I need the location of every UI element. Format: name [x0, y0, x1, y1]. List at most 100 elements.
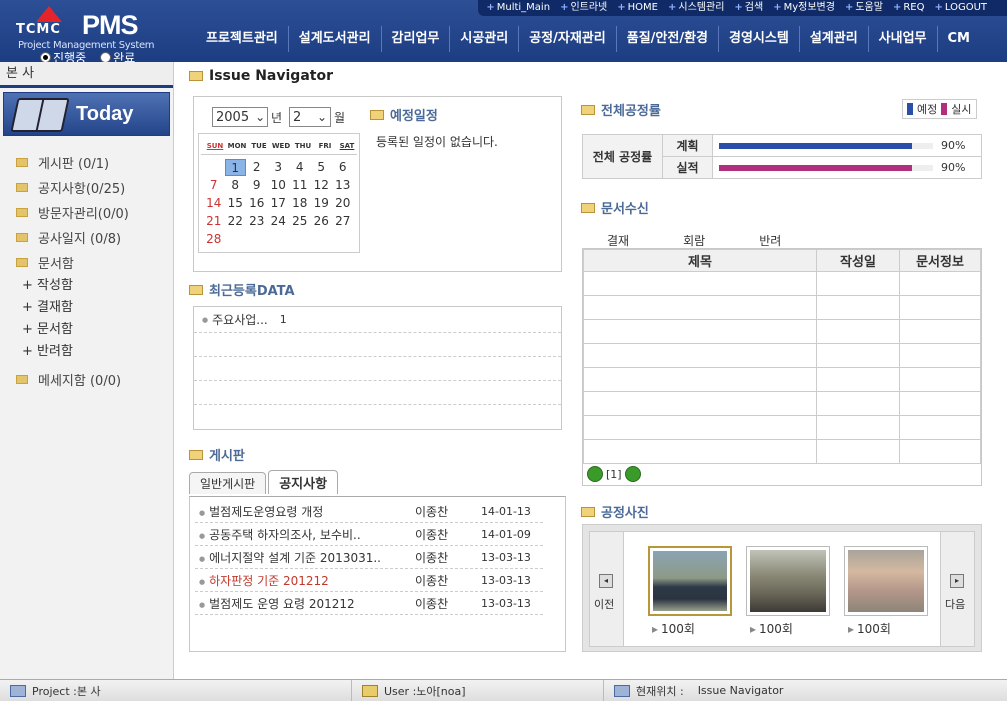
calendar-day[interactable]: 12 — [311, 177, 333, 194]
list-item[interactable]: 벌점제도운영요령 개정이종찬 14-01-13 — [195, 500, 543, 523]
board-item-title[interactable]: 에너지절약 설계 기준 2013031.. — [195, 549, 415, 566]
list-item[interactable]: 벌점제도 운영 요령 201212이종찬 13-03-13 — [195, 592, 543, 615]
photo-thumb-3[interactable] — [844, 546, 928, 616]
next-page-icon[interactable] — [624, 466, 641, 482]
nav-management[interactable]: 경영시스템 — [718, 26, 799, 52]
today-banner: Today — [3, 92, 170, 136]
board-item-title[interactable]: 벌점제도운영요령 개정 — [195, 503, 415, 520]
calendar-day[interactable]: 28 — [203, 231, 225, 248]
board-item-title[interactable]: 하자판정 기준 201212 — [195, 572, 415, 589]
recent-panel: ● 주요사업... 1 — [193, 306, 562, 430]
docs-col-title[interactable]: 제목 — [583, 249, 817, 272]
photo-caption-3[interactable]: 100회 — [848, 620, 891, 637]
calendar-day[interactable]: 17 — [268, 195, 290, 212]
prev-page-icon[interactable] — [587, 466, 603, 482]
toplink-myinfo[interactable]: My정보변경 — [773, 0, 835, 16]
sidebar-item-notice[interactable]: 공지사항(0/25) — [16, 175, 173, 200]
calendar-day[interactable]: 21 — [203, 213, 225, 230]
sidebar-sub-write[interactable]: + 작성함 — [16, 275, 173, 297]
calendar-day[interactable]: 26 — [311, 213, 333, 230]
calendar-day[interactable]: 5 — [311, 159, 333, 176]
calendar-day[interactable]: 13 — [332, 177, 354, 194]
calendar-day[interactable]: 19 — [311, 195, 333, 212]
calendar-day[interactable]: 18 — [289, 195, 311, 212]
toplink-home[interactable]: HOME — [617, 0, 658, 16]
calendar-day[interactable]: 8 — [225, 177, 247, 194]
list-item[interactable]: 공동주택 하자의조사, 보수비..이종찬 14-01-09 — [195, 523, 543, 546]
photos-prev[interactable]: ◂ 이전 — [590, 532, 624, 646]
nav-design-docs[interactable]: 설계도서관리 — [287, 26, 381, 52]
calendar-weekdays: SUN MON TUE WED THU FRI SAT — [201, 134, 357, 155]
year-select[interactable]: 2005 — [212, 107, 268, 127]
nav-process-material[interactable]: 공정/자재관리 — [518, 26, 616, 52]
recent-item-title: 주요사업... — [212, 313, 268, 327]
sidebar-item-visitor[interactable]: 방문자관리(0/0) — [16, 200, 173, 225]
tab-notice[interactable]: 공지사항 — [268, 470, 339, 494]
photo-caption-2[interactable]: 100회 — [750, 620, 793, 637]
calendar-day[interactable]: 2 — [246, 159, 268, 176]
toplink-intranet[interactable]: 인트라넷 — [560, 0, 607, 16]
weekday-label: FRI — [318, 142, 332, 150]
page-title: Issue Navigator — [189, 68, 333, 84]
toplink-req[interactable]: REQ — [893, 0, 924, 16]
calendar-day[interactable]: 24 — [268, 213, 290, 230]
calendar-day[interactable]: 25 — [289, 213, 311, 230]
calendar-day[interactable]: 15 — [225, 195, 247, 212]
calendar-day[interactable]: 20 — [332, 195, 354, 212]
calendar-day[interactable]: 11 — [289, 177, 311, 194]
calendar-day[interactable]: 27 — [332, 213, 354, 230]
progress-actual-label: 실적 — [662, 156, 713, 179]
photos-next[interactable]: ▸ 다음 — [940, 532, 974, 646]
list-item[interactable]: 하자판정 기준 201212이종찬 13-03-13 — [195, 569, 543, 592]
calendar-day[interactable]: 3 — [268, 159, 290, 176]
calendar-day[interactable]: 4 — [289, 159, 311, 176]
calendar-day[interactable]: 1 — [224, 159, 246, 176]
docs-tab-approve[interactable]: 결재 — [607, 232, 629, 249]
calendar-day[interactable]: 6 — [332, 159, 354, 176]
list-item[interactable]: 에너지절약 설계 기준 2013031..이종찬 13-03-13 — [195, 546, 543, 569]
status-project: Project :본 사 — [0, 680, 352, 701]
sidebar-item-messages[interactable]: 메세지함 (0/0) — [16, 367, 173, 392]
nav-cm[interactable]: CM — [936, 26, 980, 52]
sidebar-sub-approve[interactable]: + 결재함 — [16, 297, 173, 319]
nav-quality-safety[interactable]: 품질/안전/환경 — [615, 26, 718, 52]
sidebar-sub-docs[interactable]: + 문서함 — [16, 319, 173, 341]
nav-design-mgmt[interactable]: 설계관리 — [798, 26, 868, 52]
sidebar-item-board[interactable]: 게시판 (0/1) — [16, 150, 173, 175]
photo-thumb-1[interactable] — [648, 546, 732, 616]
table-row — [583, 415, 981, 440]
docs-col-info[interactable]: 문서정보 — [899, 249, 981, 272]
docs-tab-rejected[interactable]: 반려 — [759, 232, 781, 249]
board-list: 벌점제도운영요령 개정이종찬14-01-13공동주택 하자의조사, 보수비..이… — [195, 500, 543, 615]
toplink-system[interactable]: 시스템관리 — [668, 0, 724, 16]
toplink-logout[interactable]: LOGOUT — [934, 0, 987, 16]
calendar-day[interactable]: 10 — [268, 177, 290, 194]
calendar-day[interactable]: 9 — [246, 177, 268, 194]
nav-supervision[interactable]: 감리업무 — [380, 26, 450, 52]
toplink-search[interactable]: 검색 — [734, 0, 763, 16]
tab-general-board[interactable]: 일반게시판 — [189, 472, 267, 494]
calendar-day[interactable]: 14 — [203, 195, 225, 212]
month-select[interactable]: 2 — [289, 107, 332, 127]
project-icon — [10, 684, 26, 697]
calendar-day[interactable]: 22 — [225, 213, 247, 230]
photo-thumb-2[interactable] — [746, 546, 830, 616]
photo-caption-1[interactable]: 100회 — [652, 620, 695, 637]
board-item-title[interactable]: 벌점제도 운영 요령 201212 — [195, 595, 415, 612]
toplink-help[interactable]: 도움말 — [845, 0, 883, 16]
calendar-day[interactable]: 7 — [203, 177, 225, 194]
sidebar-sub-rejected[interactable]: + 반려함 — [16, 341, 173, 363]
calendar-day[interactable]: 23 — [246, 213, 268, 230]
sidebar-item-daily-log[interactable]: 공사일지 (0/8) — [16, 225, 173, 250]
docs-col-date[interactable]: 작성일 — [816, 249, 900, 272]
docs-tab-circulate[interactable]: 회람 — [683, 232, 705, 249]
toplink-multi-main[interactable]: Multi_Main — [486, 0, 550, 16]
board-item-title[interactable]: 공동주택 하자의조사, 보수비.. — [195, 526, 415, 543]
nav-internal[interactable]: 사내업무 — [867, 26, 937, 52]
sidebar-item-docbox[interactable]: 문서함 — [16, 250, 173, 275]
calendar-day[interactable]: 16 — [246, 195, 268, 212]
recent-row[interactable]: ● 주요사업... 1 — [194, 307, 561, 333]
nav-construction[interactable]: 시공관리 — [449, 26, 518, 52]
page-number[interactable]: [1] — [606, 468, 622, 481]
nav-project[interactable]: 프로젝트관리 — [196, 26, 288, 52]
